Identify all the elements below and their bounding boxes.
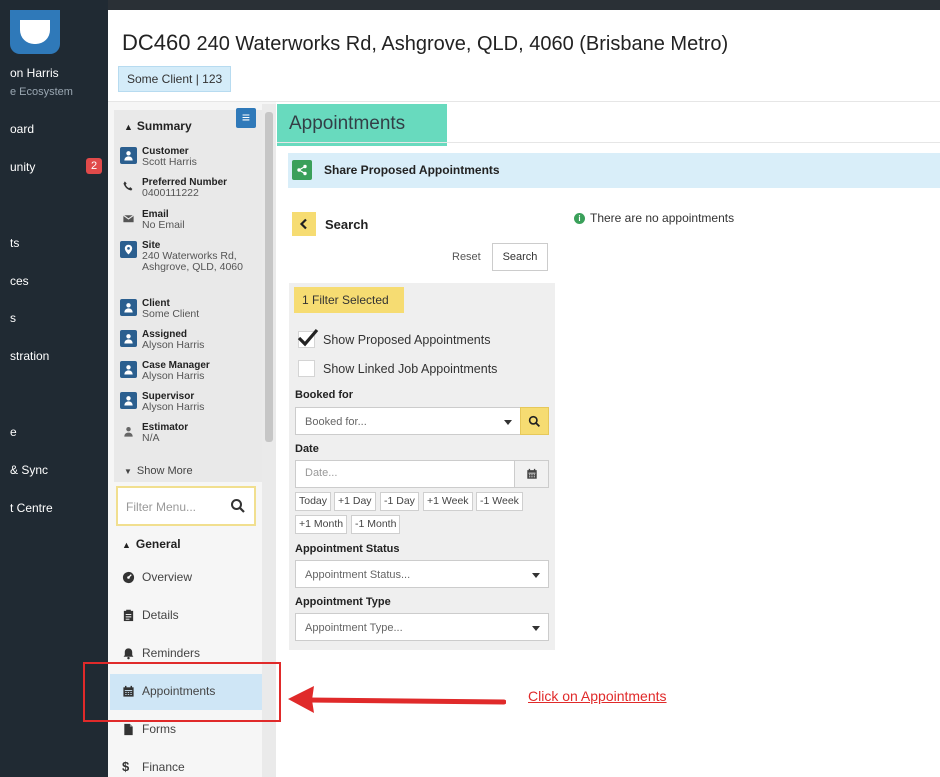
quick-date-minus-1-day[interactable]: -1 Day: [380, 492, 419, 511]
summary-heading[interactable]: ▲ Summary: [124, 119, 192, 133]
empty-state-message: i There are no appointments: [574, 211, 734, 225]
date-input[interactable]: [305, 467, 495, 479]
menu-item-details[interactable]: Details: [110, 598, 262, 634]
search-button[interactable]: Search: [492, 243, 548, 271]
appointment-status-select[interactable]: Appointment Status...: [295, 560, 549, 588]
filters-selected-badge: 1 Filter Selected: [294, 287, 404, 313]
quick-date-plus-1-month[interactable]: +1 Month: [295, 515, 348, 534]
checkbox-show-proposed[interactable]: Show Proposed Appointments: [297, 328, 518, 350]
user-organisation: e Ecosystem: [10, 86, 73, 98]
search-icon: [528, 415, 541, 427]
scrollbar-thumb[interactable]: [265, 112, 273, 442]
booked-for-select[interactable]: Booked for...: [295, 407, 521, 435]
annotation-arrow-icon: [288, 686, 506, 713]
dollar-icon: $: [122, 759, 130, 774]
hamburger-icon: ≡: [241, 109, 251, 125]
nav-item-community[interactable]: unity: [10, 160, 35, 174]
filter-menu-field: [116, 486, 256, 526]
window-top-bar: [0, 0, 940, 10]
envelope-icon: [120, 210, 137, 227]
caret-up-icon: ▲: [124, 122, 133, 132]
nav-item-administration[interactable]: stration: [10, 349, 49, 363]
checkmark-icon: [297, 328, 319, 347]
user-icon: [120, 361, 137, 378]
annotation-note: Click on Appointments: [528, 688, 667, 704]
search-collapse-button[interactable]: [292, 212, 316, 236]
appointment-type-select[interactable]: Appointment Type...: [295, 613, 549, 641]
menu-item-overview[interactable]: Overview: [110, 560, 262, 596]
logo-mark-icon: [20, 20, 50, 44]
filter-menu-input[interactable]: [126, 497, 226, 517]
search-icon[interactable]: [230, 498, 246, 514]
bell-icon: [123, 648, 134, 660]
appointment-status-label: Appointment Status: [295, 543, 400, 555]
share-icon: [292, 160, 312, 180]
main-navigation: on Harris e Ecosystem oard unity 2 ts ce…: [0, 0, 108, 777]
quick-date-minus-1-week[interactable]: -1 Week: [476, 492, 523, 511]
search-heading: Search: [325, 217, 369, 232]
section-title-highlight: Appointments: [277, 104, 447, 146]
section-divider: [277, 142, 940, 143]
caret-up-icon: ▲: [122, 540, 131, 550]
client-chip[interactable]: Some Client | 123: [118, 66, 232, 92]
page-title: DC460 240 Waterworks Rd, Ashgrove, QLD, 4…: [122, 30, 728, 56]
nav-item-dashboard[interactable]: oard: [10, 122, 34, 136]
case-code: DC460: [122, 30, 191, 55]
dashboard-icon: [122, 571, 135, 584]
quick-date-minus-1-month[interactable]: -1 Month: [351, 515, 401, 534]
caret-down-icon: ▼: [124, 467, 132, 476]
menu-group-general[interactable]: ▲ General: [122, 537, 181, 551]
date-field: [295, 460, 515, 488]
checkbox-show-linked[interactable]: Show Linked Job Appointments: [298, 359, 518, 379]
user-icon: [120, 330, 137, 347]
notification-badge: 2: [86, 158, 102, 174]
summary-panel: ▲ Summary Customer Scott Harris Preferred…: [114, 110, 266, 482]
file-icon: [124, 723, 133, 736]
appointment-type-label: Appointment Type: [295, 596, 391, 608]
caret-down-icon: [532, 626, 540, 631]
booked-for-label: Booked for: [295, 389, 354, 401]
user-icon: [120, 299, 137, 316]
map-pin-icon: [120, 241, 137, 258]
app-logo[interactable]: [10, 10, 60, 54]
menu-item-finance[interactable]: $ Finance: [110, 750, 262, 777]
nav-item-reports[interactable]: ts: [10, 236, 19, 250]
date-label: Date: [295, 443, 319, 455]
date-picker-button[interactable]: [514, 460, 549, 488]
share-proposed-appointments-bar[interactable]: Share Proposed Appointments: [288, 153, 940, 188]
case-address: 240 Waterworks Rd, Ashgrove, QLD, 4060 (…: [196, 33, 729, 55]
show-more-link[interactable]: ▼ Show More: [124, 465, 193, 477]
nav-item-e[interactable]: e: [10, 425, 17, 439]
user-icon: [120, 392, 137, 409]
chevron-left-icon: [299, 218, 307, 230]
nav-item-support-centre[interactable]: t Centre: [10, 501, 53, 515]
caret-down-icon: [532, 573, 540, 578]
user-name: on Harris: [10, 66, 59, 80]
nav-item-sync[interactable]: & Sync: [10, 463, 48, 477]
section-title: Appointments: [289, 113, 406, 134]
menu-toggle-button[interactable]: ≡: [236, 108, 256, 128]
calendar-icon: [526, 468, 537, 479]
checkbox-box[interactable]: [298, 360, 315, 377]
phone-icon: [120, 178, 137, 195]
user-outline-icon: [120, 423, 137, 440]
quick-date-plus-1-week[interactable]: +1 Week: [423, 492, 473, 511]
booked-for-search-button[interactable]: [520, 407, 549, 435]
clipboard-icon: [123, 609, 134, 622]
nav-item-s[interactable]: s: [10, 311, 16, 325]
info-icon: i: [574, 213, 585, 224]
caret-down-icon: [504, 420, 512, 425]
nav-item-resources[interactable]: ces: [10, 274, 29, 288]
quick-date-today[interactable]: Today: [295, 492, 332, 511]
reset-link[interactable]: Reset: [452, 251, 481, 263]
quick-date-plus-1-day[interactable]: +1 Day: [334, 492, 376, 511]
annotation-highlight-box: [83, 662, 281, 722]
user-icon: [120, 147, 137, 164]
